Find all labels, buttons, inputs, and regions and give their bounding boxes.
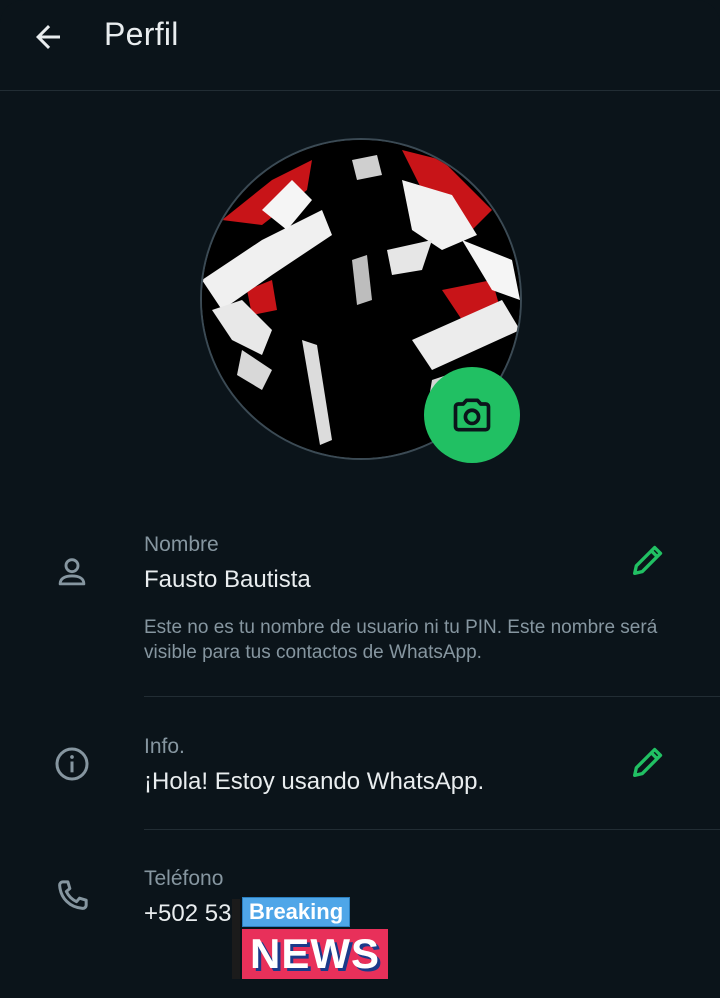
arrow-back-icon: [36, 25, 60, 49]
info-label: Info.: [144, 735, 185, 758]
edit-name-button[interactable]: [626, 538, 670, 582]
phone-icon: [50, 874, 94, 918]
sticker-strip: [232, 899, 240, 979]
pencil-icon: [633, 747, 663, 777]
breaking-news-sticker: Breaking NEWS: [232, 893, 402, 981]
info-value: ¡Hola! Estoy usando WhatsApp.: [144, 768, 485, 795]
top-app-bar: Perfil: [0, 0, 720, 91]
divider: [144, 696, 720, 697]
news-text: NEWS: [242, 929, 388, 979]
page-title: Perfil: [104, 16, 179, 52]
divider: [144, 829, 720, 830]
breaking-text: Breaking: [242, 897, 351, 927]
name-hint: Este no es tu nombre de usuario ni tu PI…: [144, 617, 658, 663]
phone-label: Teléfono: [144, 867, 224, 890]
profile-photo-section: [202, 140, 520, 463]
back-button[interactable]: [28, 17, 68, 57]
edit-info-button[interactable]: [626, 740, 670, 784]
camera-icon: [453, 398, 491, 432]
person-icon: [50, 550, 94, 594]
pencil-icon: [633, 545, 663, 575]
phone-value: +502 53: [144, 900, 232, 927]
change-photo-button[interactable]: [424, 367, 520, 463]
name-label: Nombre: [144, 533, 219, 556]
name-value: Fausto Bautista: [144, 566, 311, 593]
info-icon: [50, 742, 94, 786]
